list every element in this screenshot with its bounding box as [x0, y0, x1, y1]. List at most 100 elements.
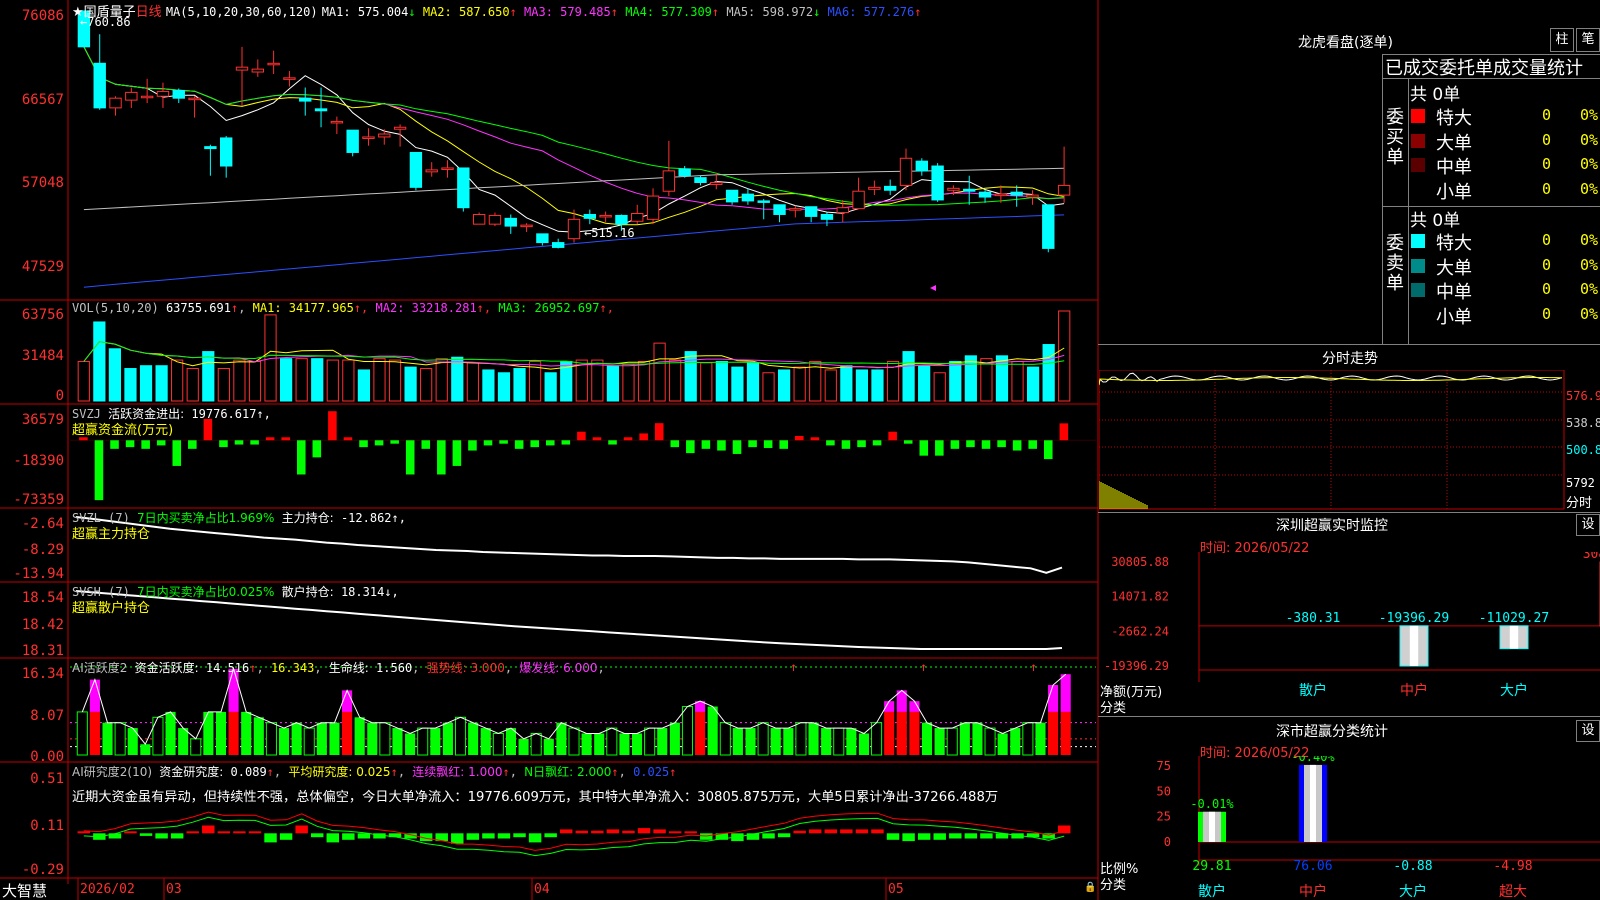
- ai-active-label: 资金活跃度:: [134, 661, 199, 675]
- low-mark-value: 515.16: [591, 226, 635, 240]
- divider: [1098, 512, 1600, 513]
- flow-bar: [639, 433, 648, 441]
- sz-monitor-chart[interactable]: 30805.88 14071.82 -2662.24 -19396.29 -380.31…: [1099, 552, 1600, 716]
- flow-bar: [981, 440, 991, 449]
- active-bar: [808, 722, 819, 755]
- ma-label: MA3:: [516, 5, 561, 19]
- research-bar: [980, 833, 993, 839]
- active-bar: [921, 722, 933, 755]
- active-bar: [896, 711, 907, 755]
- flow-bar: [919, 440, 929, 456]
- ai-active-arrow: ↑: [249, 661, 257, 675]
- candle-down: [1042, 204, 1055, 249]
- volume-bar: [824, 369, 837, 402]
- active-bar: [152, 716, 164, 756]
- ai-comment: 近期大资金虽有异动，但持续性不强，总体偏空，今日大单净流入：19776.609万…: [72, 790, 999, 805]
- dragon-title: 龙虎看盘(逐单): [1298, 35, 1393, 51]
- active-bar: [1048, 711, 1059, 755]
- research-bar: [202, 825, 215, 834]
- zhu-button[interactable]: 柱: [1550, 28, 1574, 52]
- volume-bar: [435, 358, 448, 402]
- active-bar: [669, 722, 680, 755]
- flow-bar: [686, 440, 695, 454]
- order-count: 0: [1542, 130, 1552, 149]
- volume-bar: [171, 359, 184, 402]
- color-swatch: [1411, 283, 1425, 297]
- svsh-value: 18.314: [340, 585, 385, 599]
- flow-bar: [561, 440, 571, 445]
- flow-bar: [935, 440, 944, 456]
- ratio-bar-highlight: [1209, 811, 1215, 842]
- candle-down: [615, 214, 628, 225]
- active-bar: [1010, 728, 1021, 755]
- flow-bar-highlight: [1509, 625, 1519, 649]
- category-label: 超大: [1499, 884, 1527, 900]
- active-bar: [1048, 684, 1059, 712]
- active-bar: [303, 727, 315, 756]
- period-label[interactable]: 日线: [136, 5, 162, 20]
- y-tick: 18.31: [21, 643, 64, 659]
- svsh-arrow: ↓,: [384, 585, 399, 599]
- y-tick: 76086: [21, 8, 64, 24]
- kline-chart[interactable]: [70, 2, 1096, 298]
- research-bar: [886, 833, 900, 840]
- y-tick: 30805.88: [1111, 555, 1169, 569]
- candle-down: [583, 213, 597, 219]
- candle-up: [330, 120, 344, 124]
- settings-button[interactable]: 设: [1576, 514, 1600, 536]
- candle-up: [567, 218, 581, 240]
- candle-down: [978, 191, 992, 198]
- volume-bar: [124, 368, 137, 402]
- svzj-arrow: ↑,: [256, 407, 271, 421]
- flow-bar: [841, 440, 851, 449]
- value-label: 30805.88: [1583, 552, 1600, 562]
- candle-up: [267, 62, 280, 66]
- flow-bar: [328, 411, 337, 441]
- active-bar: [681, 706, 694, 756]
- active-bar: [102, 722, 113, 755]
- low-mark: ←515.16: [584, 226, 635, 240]
- flow-bar: [421, 440, 431, 449]
- intraday-chart[interactable]: [1099, 370, 1565, 510]
- vol-ma-arrow: ↑,: [599, 301, 614, 315]
- ai-research-avg: 平均研究度: 0.025: [288, 765, 391, 779]
- volume-bar: [746, 362, 760, 402]
- volume-bar: [357, 369, 371, 402]
- ai-active-strong: 强势线: 3.000: [426, 661, 505, 675]
- sz-monitor-title: 深圳超赢实时监控: [1276, 518, 1388, 534]
- research-bar: [513, 833, 526, 838]
- active-bar: [417, 727, 429, 756]
- buy-side-label: 委买单: [1386, 107, 1404, 168]
- research-bar: [622, 830, 635, 834]
- ratio-label: 29.81: [1192, 859, 1231, 874]
- y-tick: -13.94: [13, 566, 64, 582]
- volume-bar: [964, 355, 977, 402]
- ai-research-chart[interactable]: [70, 763, 1096, 877]
- vol-ma-label: MA2:: [375, 301, 412, 315]
- ma-label: MA5:: [719, 5, 763, 19]
- volume-bar: [715, 360, 728, 402]
- color-swatch: [1411, 307, 1425, 322]
- flow-bar: [94, 440, 104, 501]
- avg-line: [1099, 377, 1562, 386]
- svzj-subtitle: 超赢资金流(万元): [72, 423, 174, 438]
- flow-bar: [592, 437, 602, 441]
- volume-chart[interactable]: [70, 301, 1096, 403]
- flow-bar: [1012, 440, 1022, 451]
- settings-button[interactable]: 设: [1576, 720, 1600, 742]
- flow-bar: [779, 440, 788, 449]
- intraday-y-label: 576.9: [1566, 389, 1600, 403]
- active-bar: [265, 722, 277, 756]
- lock-icon[interactable]: 🔒: [1084, 882, 1096, 893]
- research-bar: [653, 829, 666, 834]
- active-bar: [719, 722, 731, 756]
- volume-bar: [451, 356, 464, 402]
- research-bar: [762, 833, 775, 839]
- vol-ma-line: [83, 341, 1065, 365]
- active-bar: [657, 728, 668, 755]
- bi-button[interactable]: 笔: [1576, 28, 1600, 52]
- volume-bar: [575, 359, 588, 402]
- sz-class-chart[interactable]: 75 50 25 0 -0.01% 29.81 散户 -0.40% 76.06 中户 -0.88 大户…: [1099, 756, 1600, 900]
- research-bar: [824, 829, 838, 834]
- volume-bar: [622, 363, 635, 402]
